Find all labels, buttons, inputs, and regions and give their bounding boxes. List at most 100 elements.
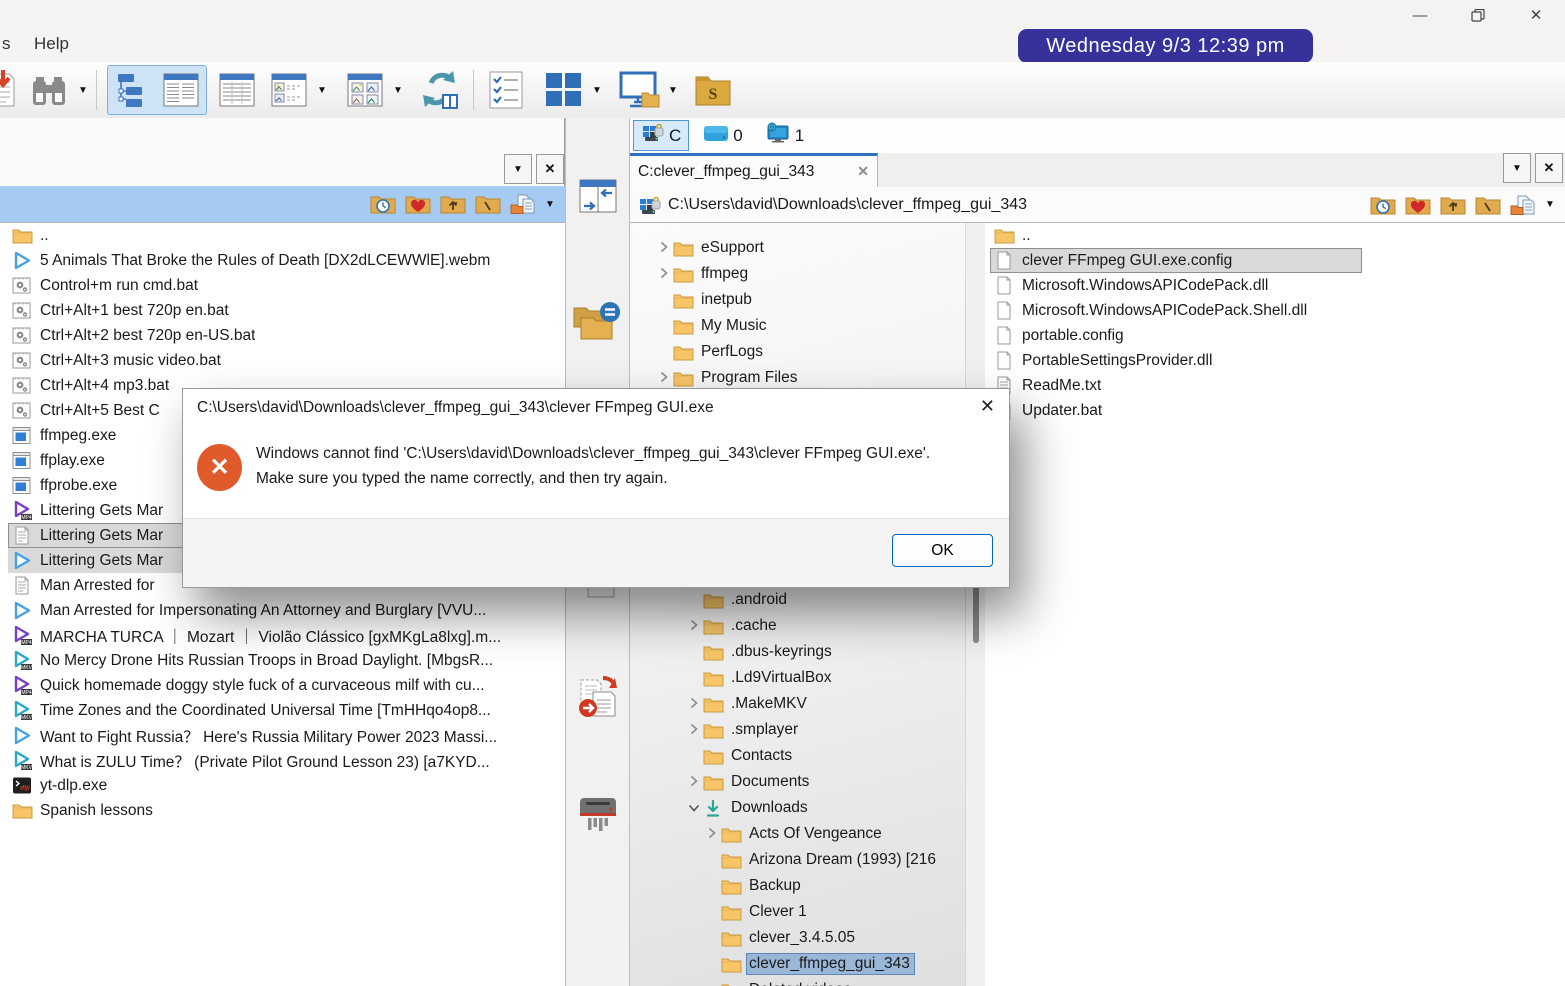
copy-list-icon[interactable] bbox=[510, 193, 536, 215]
dialog-titlebar[interactable]: C:\Users\david\Downloads\clever_ffmpeg_g… bbox=[183, 389, 1009, 426]
folder-root-icon[interactable] bbox=[1475, 194, 1501, 216]
file-row[interactable]: Microsoft.WindowsAPICodePack.Shell.dll bbox=[990, 298, 1362, 323]
dropdown-arrow-icon[interactable]: ▼ bbox=[1545, 199, 1557, 210]
drive-button-c[interactable]: C bbox=[633, 120, 690, 151]
folder-history-icon[interactable] bbox=[370, 193, 396, 215]
tree-item[interactable]: Backup bbox=[630, 873, 960, 899]
toolbar-search-binoculars-button[interactable] bbox=[22, 67, 76, 113]
tree-item[interactable]: Deleted videos bbox=[630, 977, 960, 986]
tree-item[interactable]: My Music bbox=[630, 313, 960, 339]
tree-item[interactable]: PerfLogs bbox=[630, 339, 960, 365]
tab-close-icon[interactable]: ✕ bbox=[857, 163, 869, 180]
tree-item[interactable]: Clever 1 bbox=[630, 899, 960, 925]
chevron-right-icon[interactable] bbox=[685, 775, 703, 790]
chevron-right-icon[interactable] bbox=[655, 371, 673, 386]
toolbar-checklist-button[interactable] bbox=[480, 67, 532, 113]
file-row[interactable]: Ctrl+Alt+2 best 720p en-US.bat bbox=[8, 323, 565, 348]
file-row[interactable]: .. bbox=[990, 223, 1362, 248]
tree-scrollbar[interactable] bbox=[965, 223, 985, 986]
toolbar-refresh-swap-button[interactable] bbox=[413, 67, 467, 113]
dropdown-arrow-icon[interactable]: ▼ bbox=[391, 85, 405, 96]
chevron-right-icon[interactable] bbox=[655, 267, 673, 282]
left-tab-dropdown-button[interactable]: ▼ bbox=[504, 154, 532, 184]
menu-item-help[interactable]: Help bbox=[34, 34, 69, 54]
file-row[interactable]: MKV Time Zones and the Coordinated Univer… bbox=[8, 698, 565, 723]
file-row[interactable]: dlp yt-dlp.exe bbox=[8, 773, 565, 798]
tree-item[interactable]: eSupport bbox=[630, 235, 960, 261]
file-row[interactable]: Microsoft.WindowsAPICodePack.dll bbox=[990, 273, 1362, 298]
file-row[interactable]: Man Arrested for Impersonating An Attorn… bbox=[8, 598, 565, 623]
file-row[interactable]: 5 Animals That Broke the Rules of Death … bbox=[8, 248, 565, 273]
tree-item[interactable]: clever_3.4.5.05 bbox=[630, 925, 960, 951]
address-bar[interactable]: C:\Users\david\Downloads\clever_ffmpeg_g… bbox=[630, 187, 1565, 222]
toolbar-folder-s-button[interactable]: S bbox=[690, 67, 736, 113]
file-row[interactable]: clever FFmpeg GUI.exe.config bbox=[990, 248, 1362, 273]
dropdown-arrow-icon[interactable]: ▼ bbox=[76, 85, 90, 96]
toolbar-view-table-button[interactable] bbox=[211, 67, 263, 113]
mid-toolbar-swap-panels-button[interactable] bbox=[576, 176, 620, 221]
tree-item[interactable]: Downloads bbox=[630, 795, 960, 821]
folder-favorites-icon[interactable] bbox=[405, 193, 431, 215]
drive-button-0[interactable]: 0 bbox=[695, 120, 750, 151]
chevron-right-icon[interactable] bbox=[685, 619, 703, 634]
menu-item-partial[interactable]: s bbox=[2, 34, 11, 54]
file-row[interactable]: ReadMe.txt bbox=[990, 373, 1362, 398]
tree-item[interactable]: .smplayer bbox=[630, 717, 960, 743]
file-row[interactable]: .. bbox=[8, 223, 565, 248]
dropdown-arrow-icon[interactable]: ▼ bbox=[545, 199, 557, 210]
toolbar-view-details-button[interactable] bbox=[157, 67, 205, 113]
dropdown-arrow-icon[interactable]: ▼ bbox=[666, 85, 680, 96]
right-tab-dropdown-button[interactable]: ▼ bbox=[1503, 153, 1531, 183]
tree-item[interactable]: .android bbox=[630, 587, 960, 613]
tree-item[interactable]: Contacts bbox=[630, 743, 960, 769]
folder-up-icon[interactable] bbox=[440, 193, 466, 215]
file-row[interactable]: MKV No Mercy Drone Hits Russian Troops in… bbox=[8, 648, 565, 673]
left-pane-path-header[interactable]: ▼ bbox=[0, 186, 565, 222]
dropdown-arrow-icon[interactable]: ▼ bbox=[590, 85, 604, 96]
toolbar-run-doc-button[interactable] bbox=[0, 67, 22, 113]
mid-toolbar-folders-equal-button[interactable] bbox=[572, 298, 624, 347]
copy-list-icon[interactable] bbox=[1510, 194, 1536, 216]
ok-button[interactable]: OK bbox=[892, 534, 993, 567]
close-button[interactable]: ✕ bbox=[1507, 0, 1565, 30]
dialog-close-icon[interactable]: ✕ bbox=[980, 396, 995, 417]
folder-root-icon[interactable] bbox=[475, 193, 501, 215]
chevron-right-icon[interactable] bbox=[703, 827, 721, 842]
maximize-button[interactable] bbox=[1449, 0, 1507, 30]
file-row[interactable]: MKV What is ZULU Time？ (Private Pilot Gro… bbox=[8, 748, 565, 773]
tree-item[interactable]: Arizona Dream (1993) [216 bbox=[630, 847, 960, 873]
tree-item[interactable]: .MakeMKV bbox=[630, 691, 960, 717]
toolbar-monitor-folder-button[interactable] bbox=[612, 67, 666, 113]
tree-item[interactable]: Documents bbox=[630, 769, 960, 795]
tree-item[interactable]: inetpub bbox=[630, 287, 960, 313]
right-tab-close-button[interactable]: ✕ bbox=[1535, 153, 1563, 183]
chevron-right-icon[interactable] bbox=[655, 241, 673, 256]
file-row[interactable]: MP4 Quick homemade doggy style fuck of a … bbox=[8, 673, 565, 698]
chevron-down-icon[interactable] bbox=[685, 801, 703, 816]
toolbar-tiles-button[interactable] bbox=[538, 67, 590, 113]
folder-up-icon[interactable] bbox=[1440, 194, 1466, 216]
file-row[interactable]: Control+m run cmd.bat bbox=[8, 273, 565, 298]
file-row[interactable]: Spanish lessons bbox=[8, 798, 565, 823]
file-row[interactable]: portable.config bbox=[990, 323, 1362, 348]
tree-item[interactable]: .dbus-keyrings bbox=[630, 639, 960, 665]
left-tab-close-button[interactable]: ✕ bbox=[536, 154, 564, 184]
file-row[interactable]: Ctrl+Alt+3 music video.bat bbox=[8, 348, 565, 373]
folder-history-icon[interactable] bbox=[1370, 194, 1396, 216]
file-row[interactable]: PortableSettingsProvider.dll bbox=[990, 348, 1362, 373]
chevron-right-icon[interactable] bbox=[685, 723, 703, 738]
mid-toolbar-shredder-button[interactable] bbox=[574, 794, 622, 841]
file-row[interactable]: Updater.bat bbox=[990, 398, 1362, 423]
minimize-button[interactable]: — bbox=[1391, 0, 1449, 30]
tab-clever-ffmpeg-gui[interactable]: C:clever_ffmpeg_gui_343 ✕ bbox=[630, 153, 878, 187]
tree-item[interactable]: .Ld9VirtualBox bbox=[630, 665, 960, 691]
folder-favorites-icon[interactable] bbox=[1405, 194, 1431, 216]
tree-item[interactable]: .cache bbox=[630, 613, 960, 639]
toolbar-view-tree-button[interactable] bbox=[109, 67, 157, 113]
toolbar-view-thumbnails-button[interactable] bbox=[339, 67, 391, 113]
tree-item[interactable]: ffmpeg bbox=[630, 261, 960, 287]
file-row[interactable]: Ctrl+Alt+1 best 720p en.bat bbox=[8, 298, 565, 323]
tree-item[interactable]: Acts Of Vengeance bbox=[630, 821, 960, 847]
file-row[interactable]: Want to Fight Russia？ Here's Russia Mili… bbox=[8, 723, 565, 748]
chevron-right-icon[interactable] bbox=[685, 697, 703, 712]
